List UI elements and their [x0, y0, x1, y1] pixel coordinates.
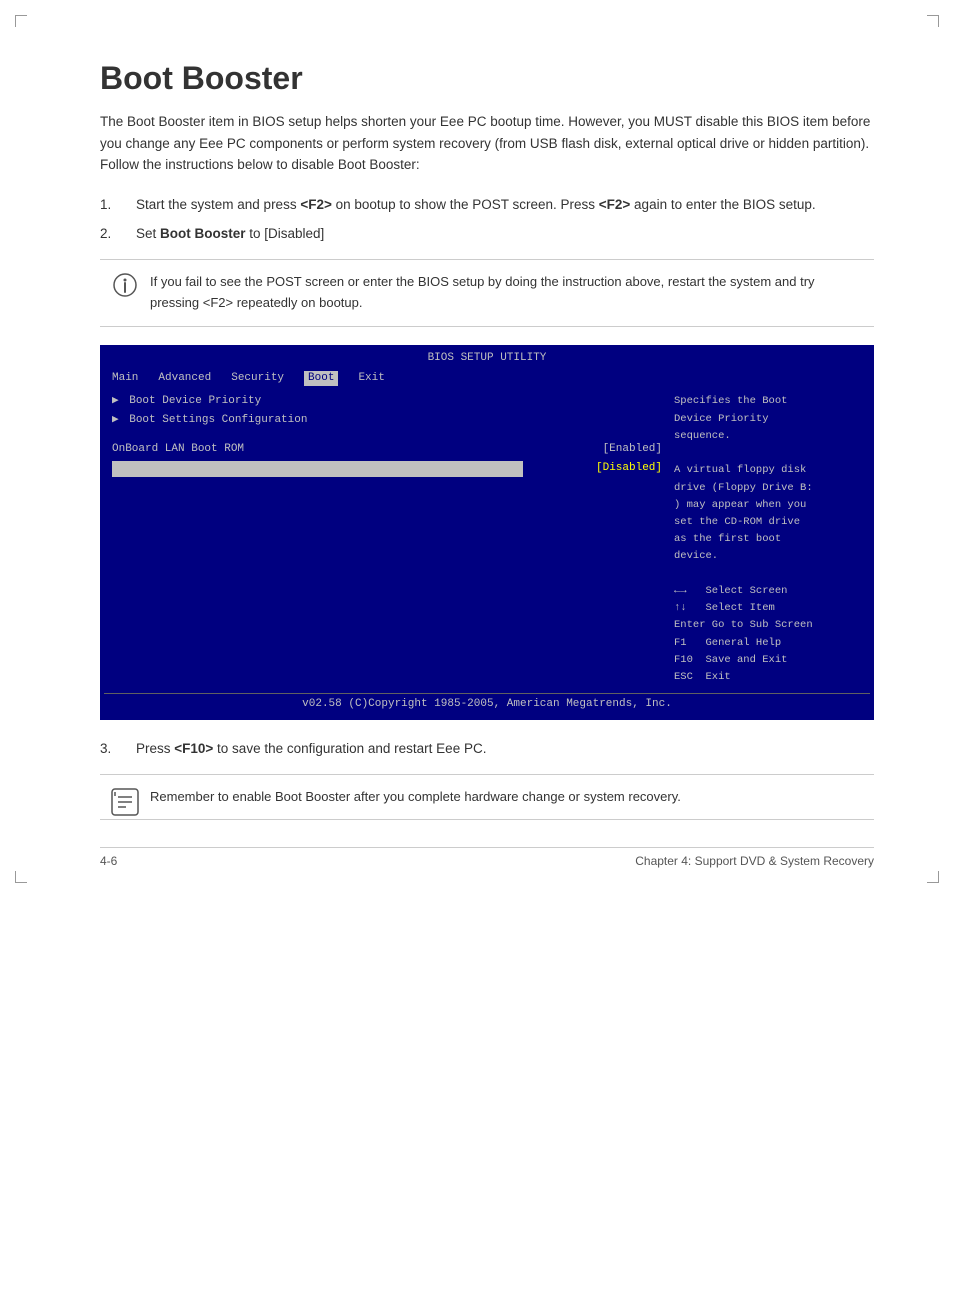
bios-bsc-label: Boot Settings Configuration	[123, 413, 308, 429]
page-title: Boot Booster	[100, 60, 874, 97]
tip-box: Remember to enable Boot Booster after yo…	[100, 774, 874, 821]
corner-tr	[927, 15, 939, 27]
bios-spacer-1	[112, 432, 662, 442]
bios-menu-boot[interactable]: Boot	[304, 371, 338, 387]
step-2: 2. Set Boot Booster to [Disabled]	[100, 223, 874, 245]
intro-text: The Boot Booster item in BIOS setup help…	[100, 111, 874, 176]
bios-boot-device-priority: ▶ Boot Device Priority	[112, 394, 662, 410]
bios-onboard-lan: OnBoard LAN Boot ROM [Enabled]	[112, 442, 662, 458]
bios-body: ▶ Boot Device Priority ▶ Boot Settings C…	[104, 388, 870, 693]
bios-booster-val: [Disabled]	[523, 461, 662, 477]
bios-menu-exit: Exit	[358, 371, 384, 387]
note-text: If you fail to see the POST screen or en…	[150, 274, 815, 310]
bios-onboard-val: [Enabled]	[570, 442, 662, 458]
bios-menu-bar: Main Advanced Security Boot Exit	[104, 369, 870, 389]
step-3-content: Press <F10> to save the configuration an…	[136, 738, 874, 760]
bios-booster-key: Boot Booster	[112, 461, 523, 477]
tip-icon	[110, 787, 140, 817]
note-icon	[112, 272, 138, 298]
corner-tl	[15, 15, 27, 27]
bios-bdp-label: Boot Device Priority	[123, 394, 262, 410]
footer-chapter: Chapter 4: Support DVD & System Recovery	[635, 854, 874, 868]
bios-menu-security: Security	[231, 371, 284, 387]
step-2-num: 2.	[100, 223, 124, 245]
tip-text: Remember to enable Boot Booster after yo…	[150, 789, 681, 804]
bios-boot-settings-config: ▶ Boot Settings Configuration	[112, 413, 662, 429]
bios-title: BIOS SETUP UTILITY	[104, 349, 870, 369]
bios-screenshot: BIOS SETUP UTILITY Main Advanced Securit…	[100, 345, 874, 721]
bios-arrow-2: ▶	[112, 413, 119, 429]
step-3: 3. Press <F10> to save the configuration…	[100, 738, 874, 760]
corner-br	[927, 871, 939, 883]
page-footer: 4-6 Chapter 4: Support DVD & System Reco…	[100, 847, 874, 868]
step-2-content: Set Boot Booster to [Disabled]	[136, 223, 874, 245]
bios-boot-booster: Boot Booster [Disabled]	[112, 461, 662, 477]
bios-footer: v02.58 (C)Copyright 1985-2005, American …	[104, 693, 870, 716]
bios-left-panel: ▶ Boot Device Priority ▶ Boot Settings C…	[112, 394, 662, 687]
bios-menu-main: Main	[112, 371, 138, 387]
step-1-num: 1.	[100, 194, 124, 216]
corner-bl	[15, 871, 27, 883]
bios-arrow-1: ▶	[112, 394, 119, 410]
steps-list: 1. Start the system and press <F2> on bo…	[100, 194, 874, 245]
step-3-num: 3.	[100, 738, 124, 760]
page-container: Boot Booster The Boot Booster item in BI…	[0, 0, 954, 898]
step-1: 1. Start the system and press <F2> on bo…	[100, 194, 874, 216]
footer-page-num: 4-6	[100, 854, 117, 868]
bios-menu-advanced: Advanced	[158, 371, 211, 387]
step-1-content: Start the system and press <F2> on bootu…	[136, 194, 874, 216]
note-box: If you fail to see the POST screen or en…	[100, 259, 874, 327]
steps-list-2: 3. Press <F10> to save the configuration…	[100, 738, 874, 760]
bios-onboard-key: OnBoard LAN Boot ROM	[112, 442, 570, 458]
bios-right-panel: Specifies the Boot Device Priority seque…	[662, 394, 862, 687]
